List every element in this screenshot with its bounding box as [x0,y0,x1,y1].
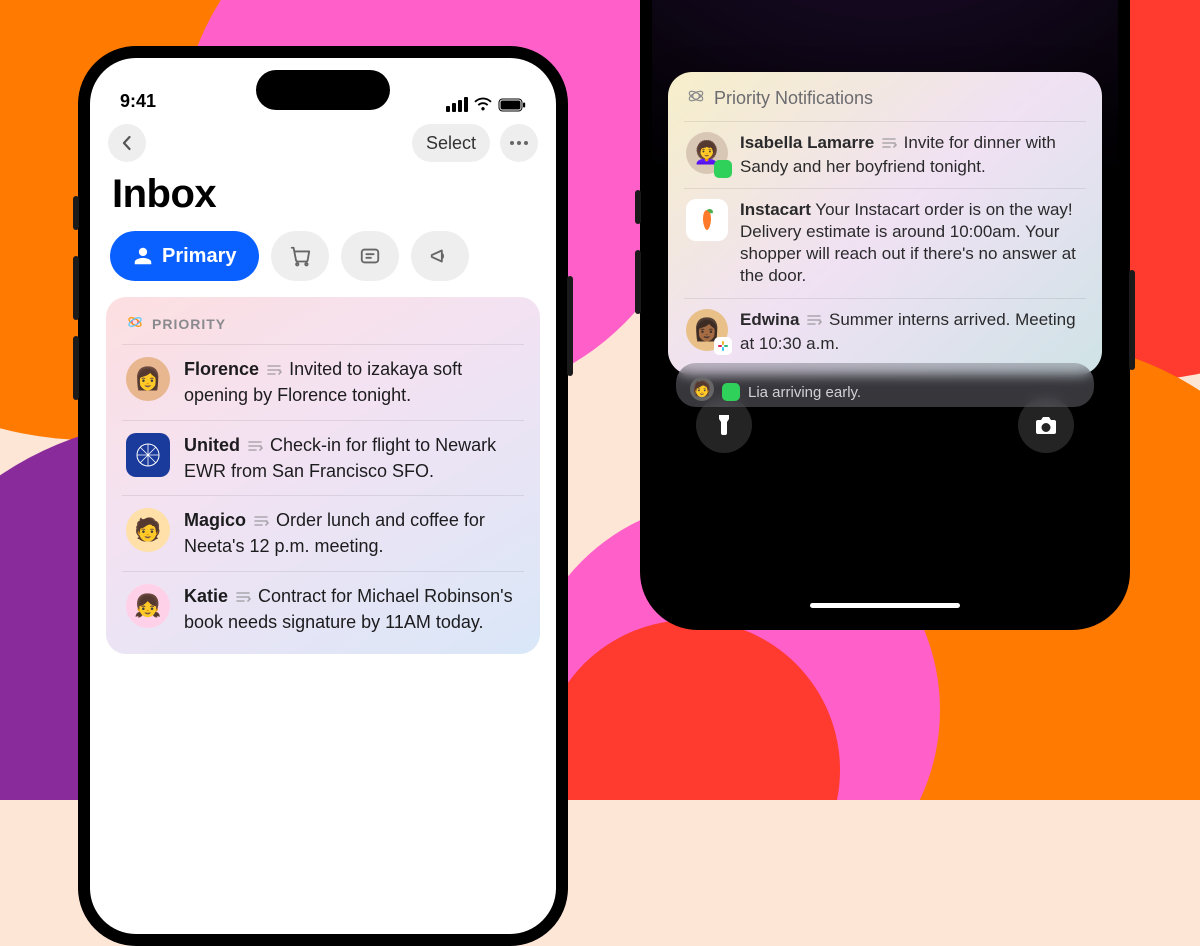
tab-primary[interactable]: Primary [110,231,259,281]
notification-behind-text: Lia arriving early. [748,384,861,401]
battery-icon [498,98,526,112]
notification-item[interactable]: 👩🏾 Edwina Summer interns arrived. Meetin… [684,298,1086,365]
iphone-mail: 9:41 Select Inbox [78,46,568,946]
iphone-lockscreen: Priority Notifications 👩‍🦱 Isabella Lama… [640,0,1130,630]
messages-badge-icon [714,160,732,178]
avatar: 👩‍🦱 [686,132,728,174]
back-button[interactable] [108,124,146,162]
priority-item[interactable]: United Check-in for flight to Newark EWR… [122,420,524,496]
notification-stack-behind[interactable]: 🧑 Lia arriving early. [676,363,1094,407]
summary-icon [881,134,897,156]
tab-updates[interactable] [341,231,399,281]
summary-icon [253,510,269,534]
avatar: 🧑 [690,377,714,401]
tab-promotions[interactable] [411,231,469,281]
dynamic-island [256,70,390,110]
more-button[interactable] [500,124,538,162]
apple-intelligence-icon [126,313,144,334]
avatar [126,433,170,477]
wifi-icon [473,97,493,112]
priority-card: PRIORITY 👩 Florence Invited to izakaya s… [106,297,540,654]
notification-item[interactable]: 👩‍🦱 Isabella Lamarre Invite for dinner w… [684,121,1086,188]
app-icon-instacart [686,199,728,241]
tab-transactions[interactable] [271,231,329,281]
status-time: 9:41 [120,91,156,112]
avatar: 👩🏾 [686,309,728,351]
summary-icon [806,311,822,333]
category-tabs: Primary [90,231,556,297]
slack-badge-icon [714,337,732,355]
summary-icon [266,359,282,383]
avatar: 👧 [126,584,170,628]
priority-notifications-card[interactable]: Priority Notifications 👩‍🦱 Isabella Lama… [668,72,1102,375]
avatar: 👩 [126,357,170,401]
priority-item[interactable]: 👧 Katie Contract for Michael Robinson's … [122,571,524,647]
apple-intelligence-icon [686,86,706,111]
messages-badge-icon [722,383,740,401]
notification-item[interactable]: Instacart Your Instacart order is on the… [684,188,1086,297]
priority-item[interactable]: 👩 Florence Invited to izakaya soft openi… [122,344,524,420]
priority-notifications-heading: Priority Notifications [714,88,873,109]
page-title: Inbox [90,168,556,231]
priority-heading: PRIORITY [152,316,226,332]
tab-primary-label: Primary [162,245,237,268]
summary-icon [247,435,263,459]
cellular-signal-icon [446,97,468,112]
priority-item[interactable]: 🧑 Magico Order lunch and coffee for Neet… [122,495,524,571]
home-indicator[interactable] [810,603,960,608]
summary-icon [235,586,251,610]
select-button[interactable]: Select [412,124,490,162]
avatar: 🧑 [126,508,170,552]
